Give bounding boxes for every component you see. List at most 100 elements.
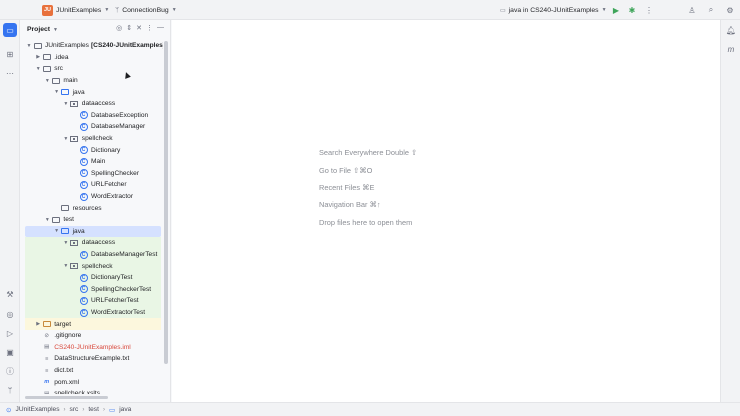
project-name: JUnitExamples <box>56 6 102 14</box>
tree-row[interactable]: C DatabaseManager <box>25 121 161 133</box>
chevron-down-icon[interactable]: ▼ <box>62 240 70 246</box>
tree-row[interactable]: ▼ dataaccess <box>25 98 161 110</box>
chevron-down-icon[interactable]: ▼ <box>62 101 70 107</box>
locate-file-icon[interactable]: ◎ <box>116 24 122 32</box>
chevron-right-icon[interactable]: ▶ <box>34 321 42 327</box>
tree-row[interactable]: C DictionaryTest <box>25 272 161 284</box>
git-icon[interactable]: ᛘ <box>3 383 17 397</box>
tree-row[interactable]: resources <box>25 202 161 214</box>
breadcrumb-folder-icon: ▭ <box>108 406 116 414</box>
project-switcher[interactable]: JU JUnitExamples ▼ <box>42 3 109 17</box>
tree-row[interactable]: ▤ spellcheck.xslts <box>25 388 161 394</box>
terminal-icon[interactable]: ▣ <box>3 345 17 359</box>
chevron-down-icon[interactable]: ▼ <box>62 136 70 142</box>
services-icon[interactable]: ◎ <box>3 307 17 321</box>
chevron-down-icon[interactable]: ▼ <box>62 263 70 269</box>
tree-row[interactable]: ▤ CS240-JUnitExamples.iml <box>25 342 161 354</box>
tree-row[interactable]: ▼ test <box>25 214 161 226</box>
maven-icon[interactable]: m <box>724 42 738 56</box>
search-icon[interactable]: ⌕ <box>705 4 717 16</box>
tree-item-label: .gitignore <box>54 332 82 340</box>
tree-row[interactable]: ▼ src <box>25 63 161 75</box>
tree-row[interactable]: C Main <box>25 156 161 168</box>
notifications-bell-icon[interactable]: 🔔︎ <box>724 23 738 37</box>
hint-search-everywhere: Search Everywhere Double ⇧ <box>319 148 418 157</box>
tree-row[interactable]: C URLFetcherTest <box>25 295 161 307</box>
tree-row[interactable]: ≡ DataStructureExample.txt <box>25 353 161 365</box>
tree-row[interactable]: C WordExtractor <box>25 191 161 203</box>
file-icon: ▤ <box>44 344 50 351</box>
run-icon[interactable]: ▶ <box>610 4 622 16</box>
tree-row[interactable]: ▼ dataaccess <box>25 237 161 249</box>
file-icon: ▤ <box>44 390 50 394</box>
chevron-right-icon[interactable]: ▶ <box>34 54 42 60</box>
tree-horizontal-scrollbar[interactable] <box>25 396 108 399</box>
chevron-down-icon: ▼ <box>104 7 110 13</box>
folder-icon <box>61 204 70 213</box>
chevron-down-icon[interactable]: ▼ <box>34 66 42 72</box>
tree-row[interactable]: C DatabaseManagerTest <box>25 248 161 261</box>
chevron-down-icon[interactable]: ▼ <box>25 43 33 49</box>
build-hammer-icon[interactable]: ⚒ <box>3 287 17 301</box>
chevron-down-icon[interactable]: ▼ <box>53 228 61 234</box>
tree-item-label: DictionaryTest <box>91 274 133 282</box>
structure-icon[interactable]: ⊞ <box>3 47 17 61</box>
tree-item-label: Main <box>91 158 106 166</box>
breadcrumb-test[interactable]: test <box>88 406 99 413</box>
breadcrumb-project[interactable]: JUnitExamples <box>16 406 60 413</box>
tree-row[interactable]: m pom.xml <box>25 376 161 388</box>
breadcrumb-src[interactable]: src <box>70 406 79 413</box>
editor-area[interactable] <box>172 20 720 402</box>
debug-icon[interactable]: ✱ <box>626 4 638 16</box>
tree-vertical-scrollbar[interactable] <box>164 41 168 364</box>
chevron-down-icon[interactable]: ▼ <box>43 217 51 223</box>
project-badge: JU <box>42 4 53 16</box>
java-class-icon: C <box>79 250 88 259</box>
chevron-right-icon: › <box>102 406 105 413</box>
source-folder-icon <box>61 227 70 236</box>
more-tools-icon[interactable]: ⋯ <box>3 66 17 80</box>
options-icon[interactable]: ⋮ <box>146 24 153 32</box>
tree-row[interactable]: ▼ JUnitExamples [CS240-JUnitExamples] <box>25 40 163 52</box>
chevron-down-icon[interactable]: ▼ <box>53 89 61 95</box>
hide-panel-icon[interactable]: — <box>157 24 164 32</box>
tree-item-suffix: [CS240-JUnitExamples] <box>90 42 163 50</box>
collapse-all-icon[interactable]: ✕ <box>136 24 142 32</box>
tree-row[interactable]: ▼ spellcheck <box>25 133 161 145</box>
chevron-down-icon: ▼ <box>53 26 58 33</box>
tree-row[interactable]: ≡ dict.txt <box>25 365 161 377</box>
tree-row[interactable]: C URLFetcher <box>25 179 161 191</box>
project-tool-folder-icon[interactable]: ▭ <box>3 23 17 37</box>
text-file-icon: ≡ <box>45 355 49 362</box>
breadcrumb-java[interactable]: java <box>119 406 131 413</box>
run-config-selector[interactable]: ▭ java in CS240-JUnitExamples ▼ <box>500 3 607 17</box>
branch-switcher[interactable]: ᛘ ConnectionBug ▼ <box>115 3 177 17</box>
tree-row[interactable]: ▼ java <box>25 225 161 238</box>
settings-gear-icon[interactable]: ⚙ <box>724 4 736 16</box>
chevron-down-icon[interactable]: ▼ <box>43 78 51 84</box>
tree-row[interactable]: ⊘ .gitignore <box>25 330 161 342</box>
tree-row[interactable]: C DatabaseException <box>25 110 161 122</box>
tree-row[interactable]: C WordExtractorTest <box>25 306 161 319</box>
tree-row[interactable]: C SpellingCheckerTest <box>25 283 161 296</box>
run-tool-icon[interactable]: ▷ <box>3 326 17 340</box>
tree-item-label: CS240-JUnitExamples.iml <box>54 343 131 351</box>
tree-row[interactable]: C SpellingChecker <box>25 168 161 180</box>
package-icon <box>70 134 79 143</box>
package-icon <box>70 99 79 108</box>
add-user-icon[interactable]: ♙ <box>686 4 698 16</box>
tree-row[interactable]: ▶ target <box>25 318 161 330</box>
tree-item-label: dataaccess <box>81 239 116 247</box>
tree-item-label: dict.txt <box>54 367 74 375</box>
problems-icon[interactable]: ⓘ <box>3 364 17 378</box>
chevron-down-icon: ▼ <box>601 7 607 13</box>
tree-row[interactable]: ▼ main <box>25 75 161 87</box>
tree-row[interactable]: C Dictionary <box>25 144 161 156</box>
tree-row[interactable]: ▼ java <box>25 86 161 98</box>
expand-all-icon[interactable]: ⇕ <box>126 24 132 32</box>
more-actions-icon[interactable]: ⋮ <box>643 4 655 16</box>
tree-row[interactable]: ▼ spellcheck <box>25 260 161 272</box>
project-tree: ▼ JUnitExamples [CS240-JUnitExamples] ▶ .ide… <box>21 40 163 394</box>
tree-row[interactable]: ▶ .idea <box>25 52 161 64</box>
tree-item-label: spellcheck.xslts <box>54 390 100 394</box>
